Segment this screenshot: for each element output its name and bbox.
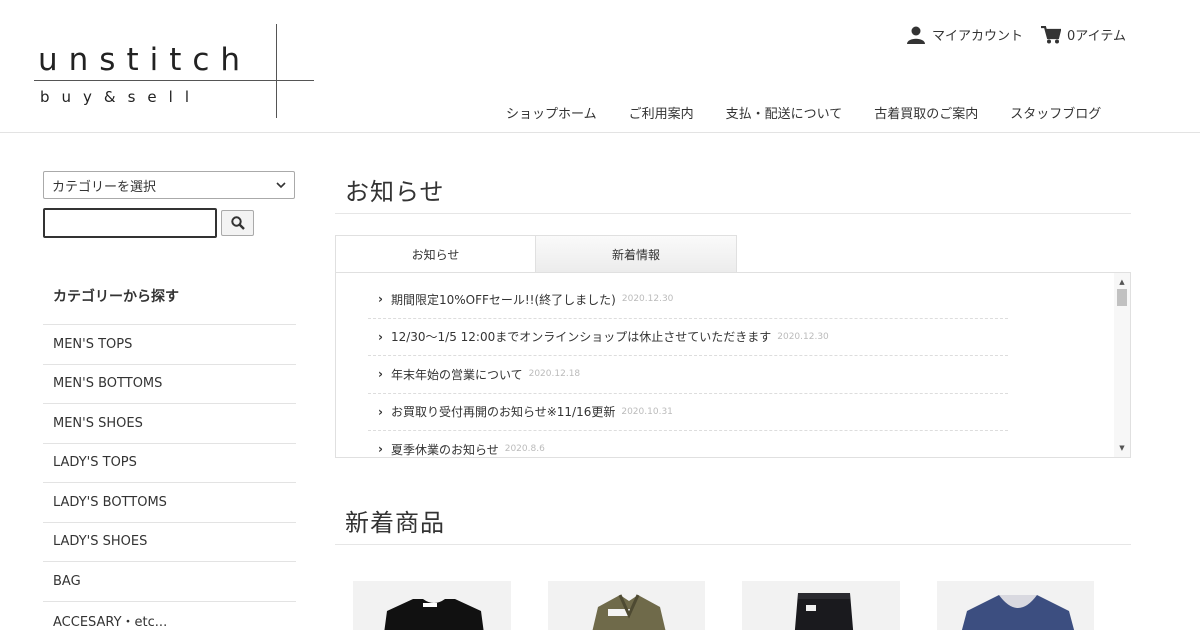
news-section-title: お知らせ: [335, 172, 1131, 214]
news-item-text: お買取り受付再開のお知らせ※11/16更新: [390, 405, 616, 420]
category-heading: カテゴリーから探す: [53, 289, 179, 305]
category-select-value: カテゴリーを選択: [52, 179, 157, 195]
nav-shop-home[interactable]: ショップホーム: [490, 103, 613, 122]
denim-jacket-image: [961, 595, 1074, 630]
chevron-right-icon: ›: [378, 329, 383, 344]
cart-label: 0アイテム: [1067, 29, 1126, 44]
news-item-text: 年末年始の営業について: [390, 367, 523, 382]
news-list: › 期間限定10%OFFセール!!(終了しました) 2020.12.30 › 1…: [368, 281, 1008, 457]
account-links: マイアカウント 0アイテム: [888, 25, 1126, 44]
product-thumbnail[interactable]: [936, 581, 1094, 630]
news-item-date: 2020.8.6: [504, 444, 545, 455]
chevron-down-icon: [276, 182, 286, 189]
logo-main-text: unstitch: [38, 42, 252, 78]
category-item-accessary[interactable]: ACCESARY・etc...: [43, 602, 296, 630]
logo-sub-text: buy&sell: [40, 88, 201, 106]
news-item[interactable]: › お買取り受付再開のお知らせ※11/16更新 2020.10.31: [368, 394, 1008, 431]
tab-new-info[interactable]: 新着情報: [536, 235, 737, 273]
product-thumbnail[interactable]: [742, 581, 900, 630]
news-item[interactable]: › 年末年始の営業について 2020.12.18: [368, 356, 1008, 394]
nav-staff-blog[interactable]: スタッフブログ: [994, 103, 1117, 122]
nav-payment-shipping[interactable]: 支払・配送について: [710, 103, 859, 122]
nav-guide[interactable]: ご利用案内: [613, 103, 710, 122]
category-select[interactable]: カテゴリーを選択: [43, 171, 295, 199]
search-input[interactable]: [43, 208, 217, 238]
black-jeans-image: [794, 593, 854, 630]
product-grid: [335, 581, 1131, 630]
scroll-up-arrow-icon[interactable]: ▲: [1114, 275, 1130, 289]
news-item-date: 2020.12.30: [777, 331, 829, 342]
search-icon: [230, 216, 245, 230]
news-tabs: お知らせ 新着情報: [335, 235, 1131, 273]
logo-horizontal-line: [34, 80, 314, 81]
category-list: MEN'S TOPS MEN'S BOTTOMS MEN'S SHOES LAD…: [43, 324, 296, 630]
sidebar: カテゴリーを選択 カテゴリーから探す MEN'S TOPS MEN'S BOTT…: [43, 171, 296, 630]
chevron-right-icon: ›: [378, 292, 383, 307]
category-item-ladys-shoes[interactable]: LADY'S SHOES: [43, 523, 296, 562]
news-item-date: 2020.12.18: [528, 369, 581, 380]
search-row: [43, 208, 296, 238]
cart-link[interactable]: 0アイテム: [1041, 25, 1126, 44]
news-item-text: 期間限定10%OFFセール!!(終了しました): [390, 292, 616, 307]
news-panel: › 期間限定10%OFFセール!!(終了しました) 2020.12.30 › 1…: [335, 272, 1131, 458]
news-item[interactable]: › 期間限定10%OFFセール!!(終了しました) 2020.12.30: [368, 281, 1008, 319]
scroll-down-arrow-icon[interactable]: ▼: [1114, 441, 1130, 455]
tab-news[interactable]: お知らせ: [335, 235, 536, 273]
main-nav: ショップホーム ご利用案内 支払・配送について 古着買取のご案内 スタッフブログ: [490, 103, 1117, 122]
site-logo[interactable]: unstitch buy&sell: [34, 22, 316, 120]
category-item-mens-tops[interactable]: MEN'S TOPS: [43, 325, 296, 365]
black-tshirt-image: [384, 599, 484, 630]
search-button[interactable]: [221, 210, 254, 236]
nav-buying[interactable]: 古着買取のご案内: [858, 103, 994, 122]
news-scrollbar[interactable]: ▲ ▼: [1114, 273, 1130, 457]
category-item-mens-shoes[interactable]: MEN'S SHOES: [43, 404, 296, 444]
site-header: unstitch buy&sell マイアカウント 0アイテム ショップホーム …: [0, 0, 1200, 133]
my-account-link[interactable]: マイアカウント: [906, 25, 1023, 44]
product-thumbnail[interactable]: [353, 581, 511, 630]
news-item[interactable]: › 夏季休業のお知らせ 2020.8.6: [368, 431, 1008, 457]
product-thumbnail[interactable]: [547, 581, 705, 630]
category-item-ladys-bottoms[interactable]: LADY'S BOTTOMS: [43, 483, 296, 523]
chevron-right-icon: ›: [378, 367, 383, 382]
category-item-ladys-tops[interactable]: LADY'S TOPS: [43, 444, 296, 483]
new-items-section-title: 新着商品: [335, 503, 1131, 545]
cart-icon: [1041, 25, 1062, 43]
category-item-bag[interactable]: BAG: [43, 562, 296, 602]
logo-vertical-line: [276, 24, 277, 118]
user-icon: [907, 26, 925, 44]
main-content: お知らせ お知らせ 新着情報 › 期間限定10%OFFセール!!(終了しました)…: [335, 172, 1131, 630]
news-item-text: 12/30～1/5 12:00までオンラインショップは休止させていただきます: [390, 330, 772, 345]
scroll-thumb[interactable]: [1117, 289, 1127, 306]
my-account-label: マイアカウント: [932, 29, 1024, 44]
chevron-right-icon: ›: [378, 442, 383, 457]
news-item-text: 夏季休業のお知らせ: [390, 442, 499, 457]
chevron-right-icon: ›: [378, 404, 383, 419]
category-item-mens-bottoms[interactable]: MEN'S BOTTOMS: [43, 365, 296, 404]
news-item[interactable]: › 12/30～1/5 12:00までオンラインショップは休止させていただきます…: [368, 319, 1008, 356]
news-item-date: 2020.10.31: [621, 406, 673, 417]
news-item-date: 2020.12.30: [621, 294, 674, 305]
military-jacket-image: [592, 594, 665, 630]
